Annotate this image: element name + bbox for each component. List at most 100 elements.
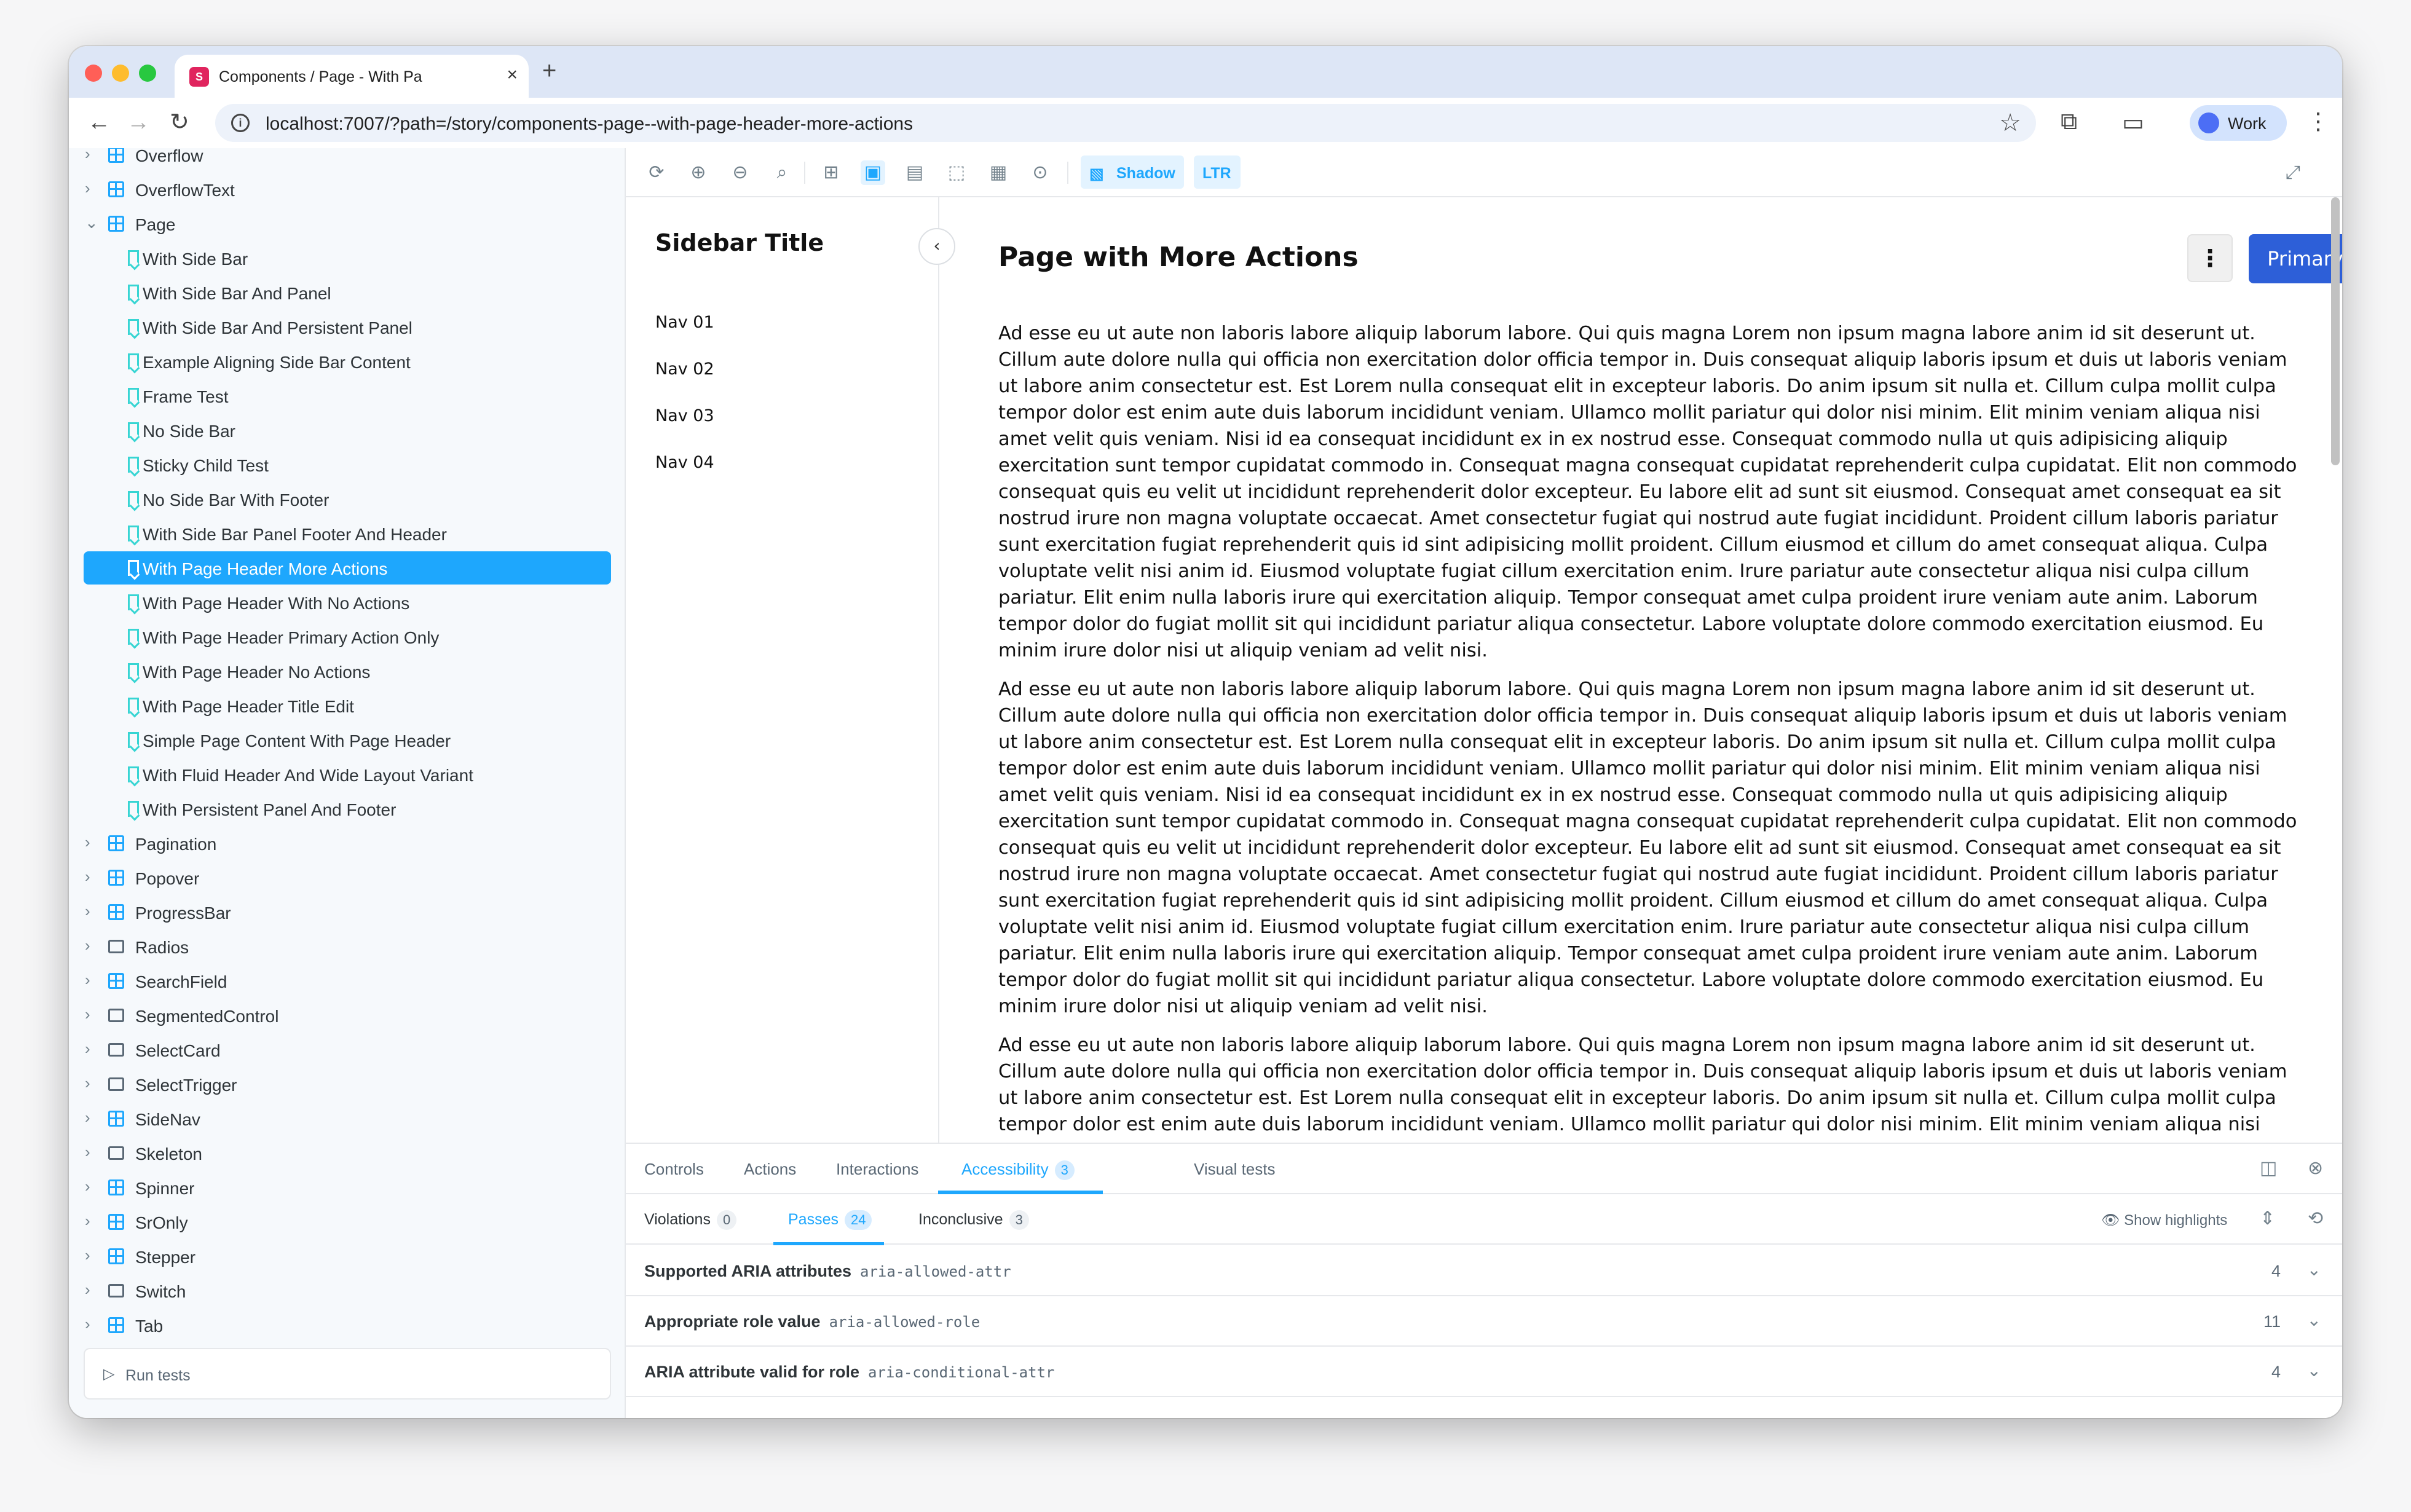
sidebar-item-overflowtext[interactable]: › OverflowText [69, 173, 625, 206]
chevron-right-icon[interactable]: › [85, 1246, 90, 1265]
viewport-icon[interactable]: ▤ [902, 160, 927, 185]
expand-collapse-icon[interactable]: ⇕ [2260, 1208, 2275, 1229]
more-actions-button[interactable]: ⋮ [2187, 234, 2233, 282]
sidebar-item-tab[interactable]: › Tab [69, 1309, 625, 1342]
story-item[interactable]: With Page Header More Actions [84, 551, 611, 585]
outline-icon[interactable]: ▦ [986, 160, 1011, 185]
chevron-right-icon[interactable]: › [85, 902, 90, 921]
chevron-right-icon[interactable]: › [85, 833, 90, 852]
grid-icon[interactable]: ⊞ [819, 160, 843, 185]
sidebar-item-skeleton[interactable]: › Skeleton [69, 1136, 625, 1170]
nav-item[interactable]: Nav 02 [655, 360, 714, 379]
sidebar-item-stepper[interactable]: › Stepper [69, 1240, 625, 1273]
run-tests-button[interactable]: ▷ Run tests [84, 1348, 611, 1400]
tab-violations[interactable]: Violations 0 [644, 1210, 737, 1230]
story-item[interactable]: Frame Test [84, 379, 611, 412]
story-item[interactable]: With Persistent Panel And Footer [84, 792, 611, 825]
sidebar-item-popover[interactable]: › Popover [69, 861, 625, 894]
close-window-button[interactable] [85, 65, 102, 82]
chevron-right-icon[interactable]: › [85, 1143, 90, 1162]
chevron-right-icon[interactable]: › [85, 936, 90, 955]
tab-close-icon[interactable]: × [507, 65, 518, 85]
tab-search-icon[interactable]: ▭ [2122, 109, 2144, 136]
measure-icon[interactable]: ⬚ [944, 160, 969, 185]
chevron-right-icon[interactable]: › [85, 148, 90, 163]
nav-item[interactable]: Nav 04 [655, 453, 714, 472]
chevron-right-icon[interactable]: › [85, 1280, 90, 1299]
chevron-right-icon[interactable]: › [85, 1315, 90, 1334]
rule-row[interactable]: ARIA attribute valid for role aria-condit… [626, 1347, 2342, 1397]
story-item[interactable]: With Page Header Title Edit [84, 689, 611, 722]
story-item[interactable]: With Side Bar And Persistent Panel [84, 310, 611, 344]
sidebar-item-sronly[interactable]: › SrOnly [69, 1205, 625, 1238]
tab-controls[interactable]: Controls [644, 1160, 704, 1179]
nav-item[interactable]: Nav 03 [655, 406, 714, 425]
sidebar-item-pagination[interactable]: › Pagination [69, 827, 625, 860]
collapse-sidebar-button[interactable]: ‹ [918, 228, 955, 265]
address-bar[interactable]: i localhost:7007/?path=/story/components… [215, 104, 2036, 142]
chevron-right-icon[interactable]: › [85, 1039, 90, 1058]
story-item[interactable]: No Side Bar With Footer [84, 482, 611, 516]
rule-row[interactable]: Appropriate role value aria-allowed-role … [626, 1296, 2342, 1347]
ltr-toggle[interactable]: LTR [1194, 156, 1241, 189]
accessibility-icon[interactable]: ⊙ [1028, 160, 1052, 185]
story-item[interactable]: Sticky Child Test [84, 448, 611, 481]
tab-passes[interactable]: Passes 24 [788, 1210, 872, 1230]
story-item[interactable]: Example Aligning Side Bar Content [84, 345, 611, 378]
chevron-right-icon[interactable]: › [85, 1074, 90, 1093]
story-item[interactable]: With Fluid Header And Wide Layout Varian… [84, 758, 611, 791]
story-item[interactable]: With Side Bar And Panel [84, 276, 611, 309]
preview-scrollbar[interactable] [2331, 197, 2340, 465]
chevron-right-icon[interactable]: › [85, 971, 90, 990]
tab-inconclusive[interactable]: Inconclusive 3 [918, 1210, 1029, 1230]
chevron-down-icon[interactable]: ⌄ [2307, 1259, 2321, 1280]
rerun-icon[interactable]: ⟲ [2308, 1208, 2323, 1229]
sidebar-item-selectcard[interactable]: › SelectCard [69, 1033, 625, 1066]
story-item[interactable]: With Side Bar [84, 242, 611, 275]
sidebar-item-segmentedcontrol[interactable]: › SegmentedControl [69, 999, 625, 1032]
reload-button[interactable]: ↻ [170, 110, 189, 135]
chevron-right-icon[interactable]: › [85, 1177, 90, 1196]
sidebar-item-searchfield[interactable]: › SearchField [69, 964, 625, 998]
profile-button[interactable]: Work [2190, 105, 2287, 141]
chevron-down-icon[interactable]: ⌄ [85, 213, 98, 232]
remount-icon[interactable]: ⟳ [644, 160, 669, 185]
sidebar-item-switch[interactable]: › Switch [69, 1274, 625, 1307]
sidebar-item-overflow[interactable]: › Overflow [69, 148, 625, 171]
bookmark-star-icon[interactable]: ☆ [1999, 109, 2021, 137]
chevron-right-icon[interactable]: › [85, 1108, 90, 1127]
panel-orientation-icon[interactable]: ◫ [2260, 1157, 2277, 1179]
story-item[interactable]: With Page Header With No Actions [84, 586, 611, 619]
sidebar-item-radios[interactable]: › Radios [69, 930, 625, 963]
chevron-down-icon[interactable]: ⌄ [2307, 1310, 2321, 1330]
chevron-down-icon[interactable]: ⌄ [2307, 1360, 2321, 1380]
story-item[interactable]: With Side Bar Panel Footer And Header [84, 517, 611, 550]
zoom-in-icon[interactable]: ⊕ [686, 160, 711, 185]
background-icon[interactable]: ▣ [861, 160, 885, 185]
tab-actions[interactable]: Actions [744, 1160, 796, 1179]
browser-tab[interactable]: S Components / Page - With Pa × [175, 55, 529, 98]
show-highlights-toggle[interactable]: 👁 Show highlights [2101, 1211, 2227, 1229]
story-item[interactable]: With Page Header Primary Action Only [84, 620, 611, 653]
close-panel-icon[interactable]: ⊗ [2308, 1157, 2323, 1179]
chevron-right-icon[interactable]: › [85, 1211, 90, 1230]
minimize-window-button[interactable] [112, 65, 129, 82]
story-item[interactable]: Simple Page Content With Page Header [84, 723, 611, 757]
forward-button[interactable]: → [127, 110, 150, 135]
url-text[interactable]: localhost:7007/?path=/story/components-p… [266, 114, 913, 135]
primary-button[interactable]: Primary [2249, 234, 2342, 283]
chevron-right-icon[interactable]: › [85, 867, 90, 886]
nav-item[interactable]: Nav 01 [655, 313, 714, 332]
chevron-right-icon[interactable]: › [85, 1005, 90, 1024]
sidebar-item-sidenav[interactable]: › SideNav [69, 1102, 625, 1135]
extensions-icon[interactable]: ⧉ [2061, 109, 2077, 135]
site-info-icon[interactable]: i [231, 114, 250, 132]
story-item[interactable]: No Side Bar [84, 414, 611, 447]
sidebar-item-selecttrigger[interactable]: › SelectTrigger [69, 1068, 625, 1101]
sidebar-item-progressbar[interactable]: › ProgressBar [69, 896, 625, 929]
maximize-window-button[interactable] [139, 65, 156, 82]
sidebar-item-spinner[interactable]: › Spinner [69, 1171, 625, 1204]
chevron-right-icon[interactable]: › [85, 179, 90, 198]
tab-accessibility[interactable]: Accessibility 3 [961, 1160, 1075, 1180]
browser-menu-icon[interactable]: ⋮ [2306, 108, 2330, 135]
